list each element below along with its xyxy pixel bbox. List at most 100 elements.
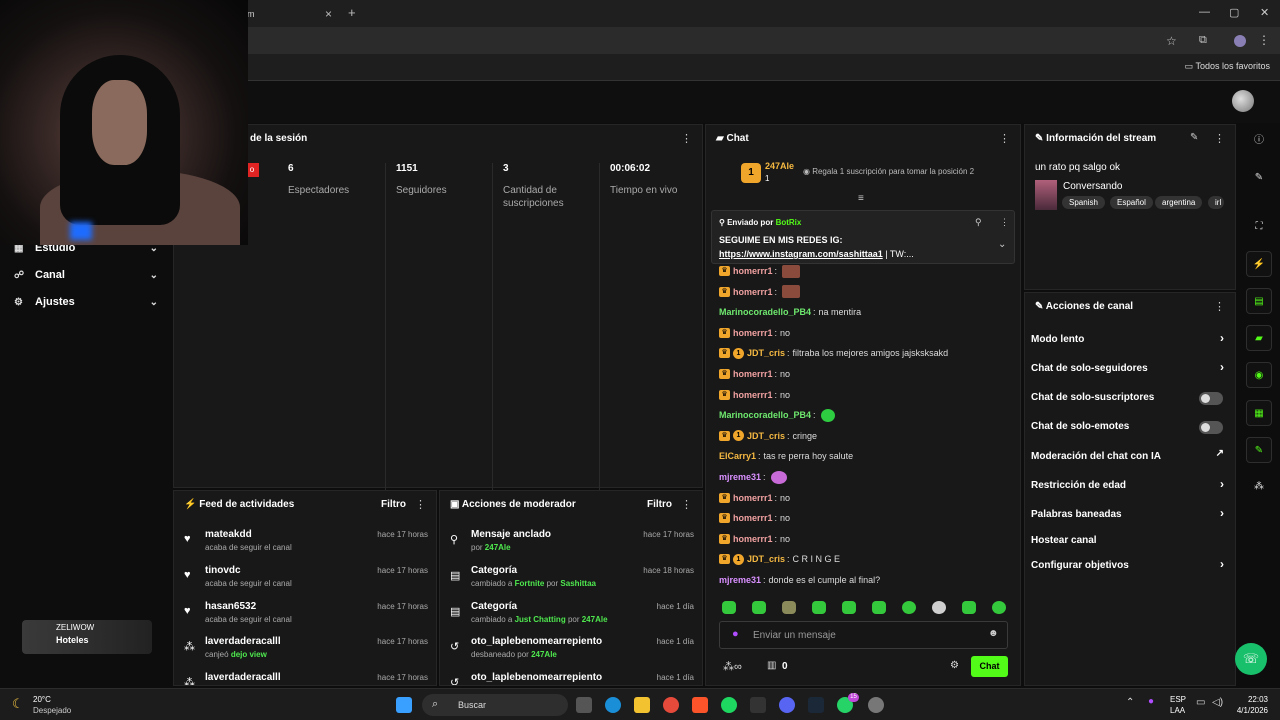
chat-username[interactable]: JDT_cris xyxy=(747,348,785,358)
epic-games-icon[interactable] xyxy=(750,697,766,713)
collapse-icon[interactable]: ≡ xyxy=(858,193,864,204)
list-item[interactable]: ⚲ Mensaje anclado por 247Ale hace 17 horas xyxy=(450,529,694,563)
channel-action-item[interactable]: Moderación del chat con IA ↗ xyxy=(1031,448,1227,468)
chat-icon[interactable]: ▰ xyxy=(1246,325,1272,351)
emote-icon[interactable] xyxy=(770,470,787,484)
chat-message[interactable]: ♛ homerrr1: no xyxy=(719,325,1009,341)
language-indicator[interactable]: ESP xyxy=(1170,695,1186,704)
channel-action-item[interactable]: Chat de solo-seguidores › xyxy=(1031,360,1227,380)
chat-message[interactable]: ♛ homerrr1: no xyxy=(719,510,1009,526)
chat-username[interactable]: homerrr1 xyxy=(733,390,773,400)
channel-action-item[interactable]: Configurar objetivos › xyxy=(1031,557,1227,577)
brave-icon[interactable] xyxy=(692,697,708,713)
chat-message[interactable]: ♛ homerrr1: no xyxy=(719,531,1009,547)
network-icon[interactable]: ▭ xyxy=(1196,697,1205,708)
chat-username[interactable]: JDT_cris xyxy=(747,554,785,564)
category-thumbnail[interactable] xyxy=(1035,180,1057,210)
more-icon[interactable]: ⋮ xyxy=(681,132,692,145)
volume-icon[interactable]: ◁) xyxy=(1212,697,1223,708)
tag[interactable]: Español xyxy=(1110,196,1153,209)
broadcast-icon[interactable]: ◉ xyxy=(1246,362,1272,388)
chat-username[interactable]: JDT_cris xyxy=(747,431,785,441)
extensions-icon[interactable]: ⧉ xyxy=(1199,34,1207,47)
promo-banner[interactable]: ZELIWOW Hoteles xyxy=(22,620,152,654)
points-icon[interactable]: ⁂∞ xyxy=(723,660,742,673)
discord-icon[interactable] xyxy=(779,697,795,713)
channel-action-item[interactable]: Restricción de edad › xyxy=(1031,477,1227,497)
emote[interactable] xyxy=(782,601,796,614)
toggle-switch[interactable] xyxy=(1199,392,1223,405)
more-icon[interactable]: ⋮ xyxy=(415,498,426,511)
chat-message[interactable]: ElCarry1: tas re perra hoy salute xyxy=(719,448,1009,464)
pinned-message[interactable]: ⚲ Enviado por BotRix ⚲ ⋮ SEGUIME EN MIS … xyxy=(711,210,1015,264)
support-button[interactable]: ☏ xyxy=(1235,643,1267,675)
clipboard-icon[interactable]: ▤ xyxy=(1246,288,1272,314)
chat-username[interactable]: homerrr1 xyxy=(733,534,773,544)
list-item[interactable]: ⁂ laverdaderacalll hace 17 horas xyxy=(184,672,428,685)
chat-message[interactable]: ♛ homerrr1: xyxy=(719,263,1009,279)
emote[interactable] xyxy=(842,601,856,614)
user-avatar[interactable] xyxy=(1232,90,1254,112)
channel-action-item[interactable]: Chat de solo-suscriptores xyxy=(1031,389,1227,409)
emote[interactable] xyxy=(872,601,886,614)
list-item[interactable]: ↺ oto_laplebenomearrepiento desbaneado po… xyxy=(450,636,694,670)
more-icon[interactable]: ⋮ xyxy=(1000,217,1009,228)
gifter-name[interactable]: 247Ale xyxy=(765,161,794,171)
chat-message[interactable]: Marinocoradello_PB4: na mentira xyxy=(719,304,1009,320)
filter-button[interactable]: Filtro xyxy=(647,499,672,510)
emote[interactable] xyxy=(722,601,736,614)
points-icon[interactable]: ⁂ xyxy=(1246,474,1272,500)
chat-message[interactable]: ♛ 1 JDT_cris: C R I N G E xyxy=(719,551,1009,567)
chat-message[interactable]: ♛ homerrr1: xyxy=(719,284,1009,300)
bolt-icon[interactable]: ⚡ xyxy=(1246,251,1272,277)
tag[interactable]: irl xyxy=(1208,196,1224,209)
gift-promo[interactable]: ◉ Regala 1 suscripción para tomar la pos… xyxy=(803,167,974,176)
chat-username[interactable]: homerrr1 xyxy=(733,493,773,503)
list-item[interactable]: ⁂ laverdaderacalll canjeó dejo view hace 1… xyxy=(184,636,428,670)
chat-username[interactable]: mjreme31 xyxy=(719,575,761,585)
gear-icon[interactable]: ⚙ xyxy=(950,660,959,671)
store-icon[interactable]: ▥ xyxy=(767,660,776,671)
chat-username[interactable]: Marinocoradello_PB4 xyxy=(719,410,811,420)
clock-time[interactable]: 22:03 xyxy=(1234,695,1268,704)
edit-icon[interactable]: ✎ xyxy=(1246,165,1272,191)
list-item[interactable]: ▤ Categoría cambiado a Fortnite por Sashi… xyxy=(450,565,694,599)
chat-message[interactable]: ♛ 1 JDT_cris: filtraba los mejores amigos j… xyxy=(719,345,1009,361)
emote[interactable] xyxy=(992,601,1006,614)
chat-username[interactable]: homerrr1 xyxy=(733,328,773,338)
wrench-icon[interactable]: ✎ xyxy=(1246,437,1272,463)
mic-icon[interactable]: ● xyxy=(1148,696,1154,707)
chat-username[interactable]: ElCarry1 xyxy=(719,451,756,461)
bookmark-star-icon[interactable]: ☆ xyxy=(1166,34,1177,48)
more-icon[interactable]: ⋮ xyxy=(681,498,692,511)
emote-icon[interactable] xyxy=(820,408,835,422)
layout-icon[interactable]: ▦ xyxy=(1246,400,1272,426)
app-icon[interactable] xyxy=(868,697,884,713)
chat-message[interactable]: ♛ homerrr1: no xyxy=(719,490,1009,506)
more-icon[interactable]: ⋮ xyxy=(1214,300,1225,313)
emoji-icon[interactable]: ☻ xyxy=(988,628,999,639)
browser-menu-icon[interactable]: ⋮ xyxy=(1258,33,1270,47)
chat-message[interactable]: mjreme31: donde es el cumple al final? xyxy=(719,572,1009,588)
tag[interactable]: argentina xyxy=(1155,196,1203,209)
list-item[interactable]: ♥ hasan6532 acaba de seguir el canal hace … xyxy=(184,601,428,635)
bookmarks-folder[interactable]: ▭ Todos los favoritos xyxy=(1185,61,1270,72)
weather-temp[interactable]: 20°C xyxy=(33,695,51,704)
emote[interactable] xyxy=(932,601,946,614)
tab-close-icon[interactable]: × xyxy=(325,7,332,21)
browser-tab[interactable]: m × + xyxy=(235,0,365,27)
new-tab-icon[interactable]: + xyxy=(348,5,356,20)
list-item[interactable]: ♥ mateakdd acaba de seguir el canal hace 1… xyxy=(184,529,428,563)
channel-action-item[interactable]: Hostear canal xyxy=(1031,532,1227,552)
profile-icon[interactable] xyxy=(1234,35,1246,47)
stream-category[interactable]: Conversando xyxy=(1063,181,1122,192)
more-icon[interactable]: ⋮ xyxy=(999,132,1010,145)
info-icon[interactable]: ⓘ xyxy=(1246,128,1272,154)
emote[interactable] xyxy=(962,601,976,614)
chat-username[interactable]: homerrr1 xyxy=(733,513,773,523)
unpin-icon[interactable]: ⚲ xyxy=(975,217,982,228)
edit-icon[interactable]: ✎ xyxy=(1190,132,1198,143)
windows-start-icon[interactable] xyxy=(396,697,412,713)
list-item[interactable]: ♥ tinovdc acaba de seguir el canal hace 17… xyxy=(184,565,428,599)
sidebar-item-ajustes[interactable]: ⚙ Ajustes ⌄ xyxy=(14,291,164,313)
